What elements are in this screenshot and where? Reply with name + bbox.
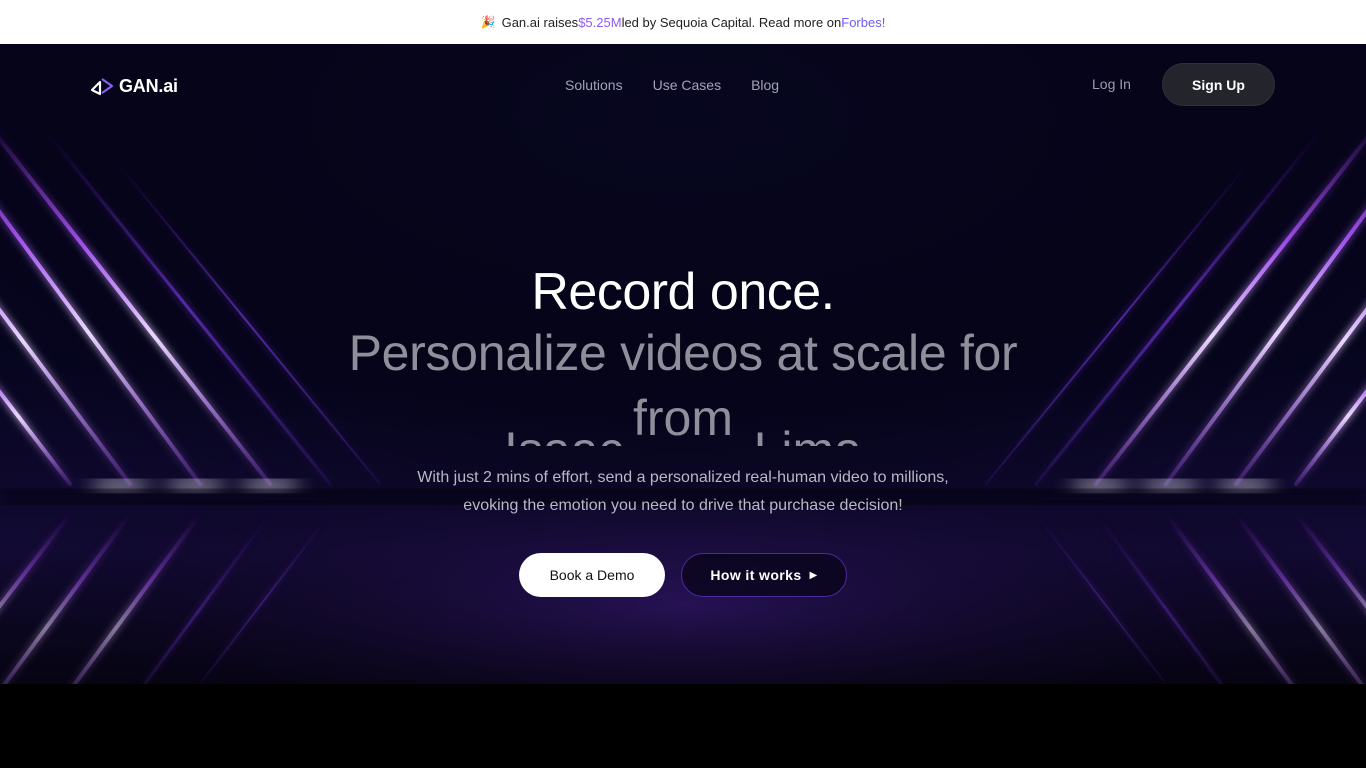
announcement-prefix: Gan.ai raises xyxy=(501,14,579,30)
login-link[interactable]: Log In xyxy=(1092,76,1131,92)
nav-blog[interactable]: Blog xyxy=(751,77,779,93)
top-navigation: GAN.ai Solutions Use Cases Blog Log In S… xyxy=(0,44,1366,128)
description-line-1: With just 2 mins of effort, send a perso… xyxy=(417,469,949,486)
nav-links: Solutions Use Cases Blog xyxy=(565,77,779,93)
rotator-name-1: Isaac xyxy=(504,422,624,446)
rotator-name-2: Lima xyxy=(754,422,862,446)
nav-use-cases[interactable]: Use Cases xyxy=(653,77,721,93)
caret-right-icon: ▶ xyxy=(809,569,818,581)
hero-headline: Record once. xyxy=(531,263,835,321)
rotator-names: Isaac Lima xyxy=(333,422,1033,446)
book-demo-button[interactable]: Book a Demo xyxy=(519,553,665,597)
gan-logo-icon xyxy=(90,78,114,96)
party-popper-icon: 🎉 xyxy=(480,15,496,29)
gan-ai-logo[interactable]: GAN.ai xyxy=(90,74,178,98)
how-it-works-label: How it works xyxy=(710,567,802,583)
signup-button[interactable]: Sign Up xyxy=(1162,63,1275,106)
hero-section: GAN.ai Solutions Use Cases Blog Log In S… xyxy=(0,44,1366,768)
hero-subhead: Personalize videos at scale for xyxy=(348,325,1018,381)
how-it-works-button[interactable]: How it works ▶ xyxy=(681,553,847,597)
logo-text: GAN.ai xyxy=(119,75,178,96)
hero-description: With just 2 mins of effort, send a perso… xyxy=(383,464,983,520)
nav-solutions[interactable]: Solutions xyxy=(565,77,623,93)
announcement-bar: 🎉 Gan.ai raises $5.25M led by Sequoia Ca… xyxy=(0,0,1366,44)
forbes-link[interactable]: Forbes! xyxy=(841,15,885,30)
rotating-text: from Isaac Lima xyxy=(333,390,1033,446)
description-line-2: evoking the emotion you need to drive th… xyxy=(463,497,903,514)
announcement-amount: $5.25M xyxy=(578,14,622,30)
announcement-middle: led by Sequoia Capital. Read more on xyxy=(621,14,842,30)
